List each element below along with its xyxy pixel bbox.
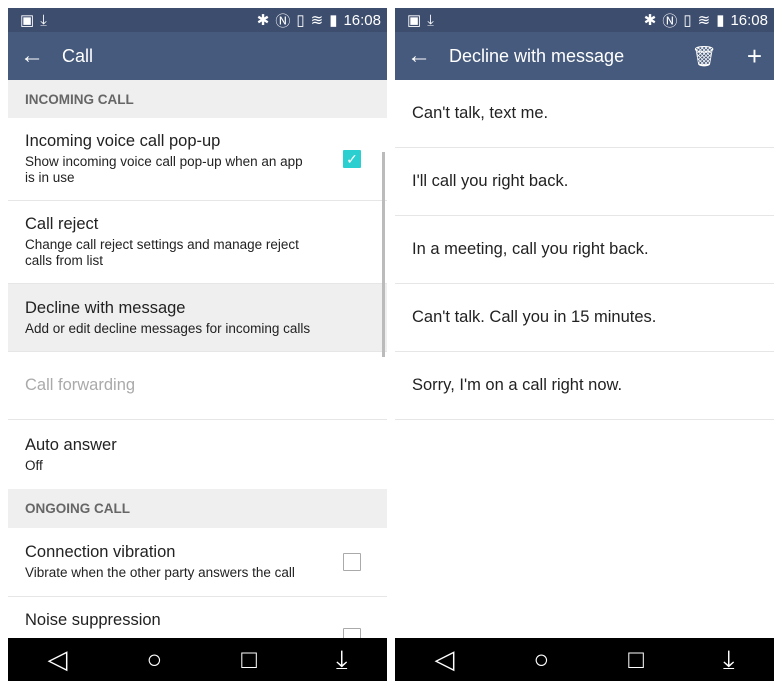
wifi-icon: ≋: [310, 12, 324, 29]
message-item[interactable]: Sorry, I'm on a call right now.: [395, 352, 774, 420]
gallery-icon: ▣: [20, 12, 35, 29]
setting-subtitle: Vibrate when the other party answers the…: [25, 565, 295, 580]
setting-noise-suppression[interactable]: Noise suppression: [8, 597, 387, 638]
checkbox-checked[interactable]: ✓: [343, 150, 361, 168]
nav-bar: ◁ ○ □ ⤓: [8, 638, 387, 681]
page-title: Call: [62, 45, 94, 66]
setting-decline-with-message[interactable]: Decline with message Add or edit decline…: [8, 284, 387, 352]
section-header-ongoing: ONGOING CALL: [8, 489, 387, 528]
setting-title: Call reject: [25, 215, 99, 233]
setting-auto-answer[interactable]: Auto answer Off: [8, 420, 387, 489]
call-settings-screen: ▣ ⤓ ✱ Ⓝ ▯ ≋ ▮ 16:08 ← Call INCOMING CALL Inco…: [8, 8, 387, 681]
status-time: 16:08: [343, 11, 381, 29]
home-circle-icon[interactable]: ○: [147, 644, 163, 675]
message-list: Can't talk, text me. I'll call you right…: [395, 80, 774, 638]
nav-bar: ◁ ○ □ ⤓: [395, 638, 774, 681]
setting-title: Call forwarding: [25, 376, 136, 394]
back-arrow-icon[interactable]: ←: [407, 42, 431, 70]
wifi-icon: ≋: [697, 12, 711, 29]
gallery-icon: ▣: [407, 12, 422, 29]
toolbar: ← Call: [8, 32, 387, 80]
setting-title: Connection vibration: [25, 543, 176, 561]
message-item[interactable]: Can't talk. Call you in 15 minutes.: [395, 284, 774, 352]
message-item[interactable]: I'll call you right back.: [395, 148, 774, 216]
bluetooth-icon: ✱: [256, 12, 270, 29]
setting-subtitle: Show incoming voice call pop-up when an …: [25, 154, 303, 185]
bluetooth-icon: ✱: [643, 12, 657, 29]
vibrate-icon: ▯: [296, 12, 305, 29]
add-plus-icon[interactable]: +: [747, 41, 762, 72]
recents-square-icon[interactable]: □: [241, 644, 257, 675]
checkbox-unchecked[interactable]: [343, 628, 361, 638]
setting-title: Noise suppression: [25, 611, 161, 629]
setting-call-forwarding[interactable]: Call forwarding: [8, 352, 387, 420]
recents-square-icon[interactable]: □: [628, 644, 644, 675]
setting-subtitle: Off: [25, 457, 43, 473]
back-arrow-icon[interactable]: ←: [20, 42, 44, 70]
setting-incoming-popup[interactable]: Incoming voice call pop-up Show incoming…: [8, 118, 387, 201]
home-circle-icon[interactable]: ○: [534, 644, 550, 675]
setting-title: Auto answer: [25, 435, 117, 454]
setting-call-reject[interactable]: Call reject Change call reject settings …: [8, 201, 387, 284]
setting-title: Incoming voice call pop-up: [25, 132, 221, 150]
nfc-icon: Ⓝ: [275, 12, 291, 30]
nfc-icon: Ⓝ: [662, 12, 678, 30]
download-icon: ⤓: [40, 11, 47, 29]
decline-message-screen: ▣ ⤓ ✱ Ⓝ ▯ ≋ ▮ 16:08 ← Decline with message 🗑 …: [395, 8, 774, 681]
setting-connection-vibration[interactable]: Connection vibration Vibrate when the ot…: [8, 528, 387, 597]
toolbar: ← Decline with message 🗑 +: [395, 32, 774, 80]
notification-pull-icon[interactable]: ⤓: [336, 644, 348, 676]
setting-title: Decline with message: [25, 298, 186, 317]
vibrate-icon: ▯: [683, 12, 692, 29]
download-icon: ⤓: [427, 11, 434, 29]
page-title: Decline with message: [449, 45, 625, 66]
status-bar: ▣ ⤓ ✱ Ⓝ ▯ ≋ ▮ 16:08: [8, 8, 387, 32]
settings-list: INCOMING CALL Incoming voice call pop-up…: [8, 80, 387, 638]
checkbox-unchecked[interactable]: [343, 553, 361, 571]
setting-subtitle: Add or edit decline messages for incomin…: [25, 320, 311, 336]
status-bar: ▣ ⤓ ✱ Ⓝ ▯ ≋ ▮ 16:08: [395, 8, 774, 32]
scrollbar[interactable]: [382, 152, 385, 357]
notification-pull-icon[interactable]: ⤓: [723, 644, 735, 676]
message-item[interactable]: In a meeting, call you right back.: [395, 216, 774, 284]
signal-icon: ▮: [329, 12, 338, 29]
signal-icon: ▮: [716, 12, 725, 29]
section-header-incoming: INCOMING CALL: [8, 80, 387, 118]
back-triangle-icon[interactable]: ◁: [435, 644, 455, 675]
trash-icon[interactable]: 🗑: [691, 44, 716, 69]
setting-subtitle: Change call reject settings and manage r…: [25, 237, 299, 268]
back-triangle-icon[interactable]: ◁: [48, 644, 68, 675]
message-item[interactable]: Can't talk, text me.: [395, 80, 774, 148]
status-time: 16:08: [730, 11, 768, 29]
